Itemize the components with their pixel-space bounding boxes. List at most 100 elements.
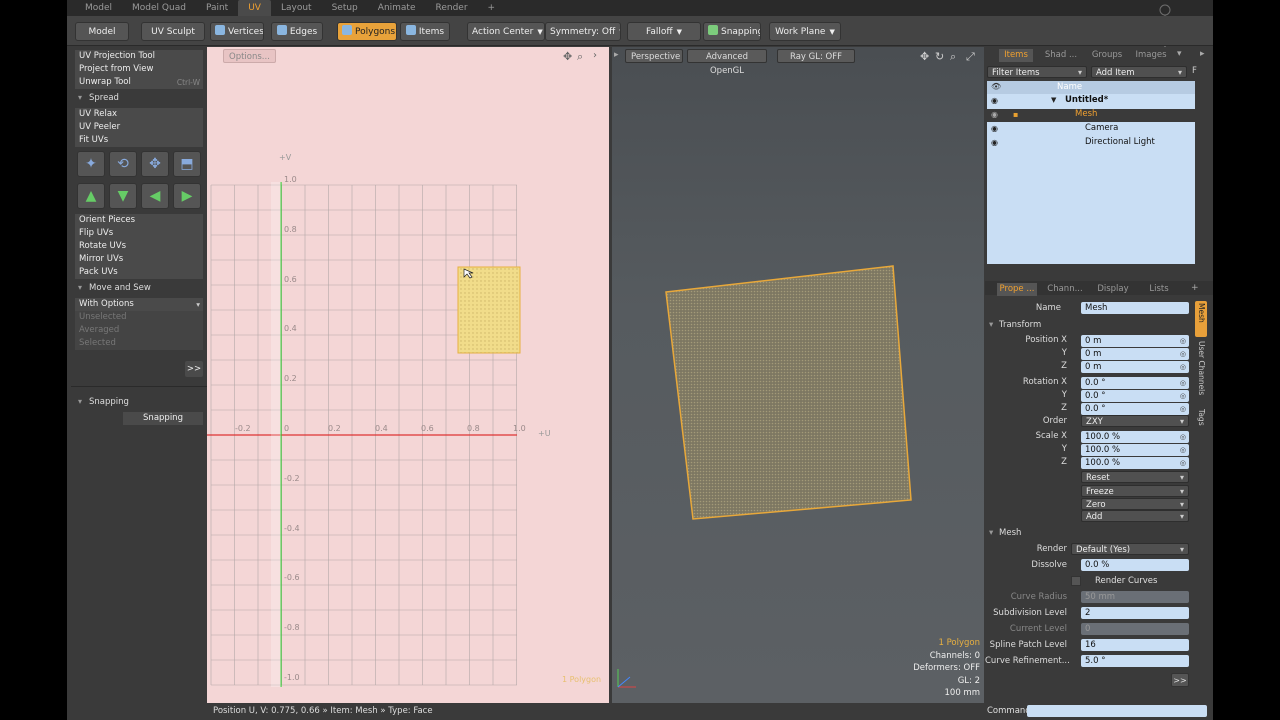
uv-rotate-icon-button[interactable]: ⟲ bbox=[109, 151, 137, 177]
action-center-dropdown[interactable]: Action Center ▼ bbox=[467, 22, 545, 41]
tab-images[interactable]: Images bbox=[1133, 49, 1169, 62]
add-tab-button[interactable]: + bbox=[478, 0, 506, 16]
side-tab-user-channels[interactable]: User Channels bbox=[1195, 339, 1207, 399]
align-left-button[interactable]: ◀ bbox=[141, 183, 169, 209]
rotation-y-field[interactable]: 0.0 ° ◎ bbox=[1081, 390, 1189, 402]
tab-display[interactable]: Display bbox=[1093, 283, 1133, 296]
model-button[interactable]: Model bbox=[75, 22, 129, 41]
render-dropdown[interactable]: Default (Yes) bbox=[1071, 543, 1189, 556]
channel-icon[interactable]: ◎ bbox=[1180, 335, 1186, 347]
edges-button[interactable]: Edges bbox=[271, 22, 323, 41]
scale-x-field[interactable]: 100.0 % ◎ bbox=[1081, 431, 1189, 443]
mirror-uvs-button[interactable]: Mirror UVs bbox=[75, 253, 203, 266]
eye-icon[interactable]: ◉ bbox=[991, 138, 998, 147]
expand-arrow-icon[interactable]: ▼ bbox=[1051, 96, 1056, 104]
mesh-header[interactable]: Mesh bbox=[987, 527, 1021, 539]
tab-lists[interactable]: Lists bbox=[1141, 283, 1177, 296]
scale-y-field[interactable]: 100.0 % ◎ bbox=[1081, 444, 1189, 456]
render-curves-checkbox[interactable] bbox=[1071, 576, 1081, 586]
tab-animate[interactable]: Animate bbox=[368, 0, 426, 16]
tree-row-untitled[interactable]: ◉ ▼ Untitled* bbox=[987, 95, 1195, 108]
order-dropdown[interactable]: ZXY bbox=[1081, 415, 1189, 428]
work-plane-dropdown[interactable]: Work Plane ▼ bbox=[769, 22, 841, 41]
uv-peeler-button[interactable]: UV Peeler bbox=[75, 121, 203, 134]
uv-viewport[interactable]: Options... ✥ ⌕ › +V +U 1.0 0.8 0.6 0.4 0… bbox=[207, 47, 609, 703]
name-field[interactable]: Mesh bbox=[1081, 302, 1189, 314]
orient-pieces-button[interactable]: Orient Pieces bbox=[75, 214, 203, 227]
side-tab-mesh[interactable]: Mesh bbox=[1195, 301, 1207, 337]
flip-uvs-button[interactable]: Flip UVs bbox=[75, 227, 203, 240]
zero-dropdown[interactable]: Zero bbox=[1081, 498, 1189, 511]
position-y-field[interactable]: 0 m ◎ bbox=[1081, 348, 1189, 360]
selected-button[interactable]: Selected bbox=[75, 337, 203, 350]
channel-icon[interactable]: ◎ bbox=[1180, 361, 1186, 373]
freeze-dropdown[interactable]: Freeze bbox=[1081, 485, 1189, 498]
side-tab-tags[interactable]: Tags bbox=[1195, 407, 1207, 433]
curve-radius-field[interactable]: 50 mm bbox=[1081, 591, 1189, 603]
uv-sculpt-button[interactable]: UV Sculpt bbox=[141, 22, 205, 41]
pack-uvs-button[interactable]: Pack UVs bbox=[75, 266, 203, 279]
add-tab-icon[interactable]: + bbox=[1191, 283, 1199, 293]
tab-properties[interactable]: Prope ... bbox=[997, 283, 1037, 296]
project-from-view-button[interactable]: Project from View bbox=[75, 63, 203, 76]
tree-row-directional-light[interactable]: ◉ Directional Light bbox=[987, 137, 1195, 150]
uv-scale-icon-button[interactable]: ✥ bbox=[141, 151, 169, 177]
items-button[interactable]: Items bbox=[400, 22, 450, 41]
add-item-dropdown[interactable]: Add Item bbox=[1091, 66, 1187, 79]
symmetry-dropdown[interactable]: Symmetry: Off▼ bbox=[545, 22, 621, 41]
rotation-z-field[interactable]: 0.0 ° ◎ bbox=[1081, 403, 1189, 415]
tree-row-camera[interactable]: ◉ Camera bbox=[987, 123, 1195, 136]
tab-setup[interactable]: Setup bbox=[322, 0, 368, 16]
position-x-field[interactable]: 0 m ◎ bbox=[1081, 335, 1189, 347]
tab-menu-icon[interactable]: ▾ bbox=[1177, 49, 1182, 59]
perspective-viewport[interactable]: ▸ Perspective Advanced OpenGL Ray GL: OF… bbox=[612, 47, 984, 703]
tab-paint[interactable]: Paint bbox=[196, 0, 238, 16]
channel-icon[interactable]: ◎ bbox=[1180, 390, 1186, 402]
current-level-field[interactable]: 0 bbox=[1081, 623, 1189, 635]
uv-projection-tool-button[interactable]: UV Projection Tool bbox=[75, 50, 203, 63]
tab-shader[interactable]: Shad ... bbox=[1041, 49, 1081, 62]
subdivision-level-field[interactable]: 2 bbox=[1081, 607, 1189, 619]
eye-icon[interactable]: ◉ bbox=[991, 124, 998, 133]
tab-render[interactable]: Render bbox=[426, 0, 478, 16]
align-up-button[interactable]: ▲ bbox=[77, 183, 105, 209]
tab-layout[interactable]: Layout bbox=[271, 0, 322, 16]
uv-relax-button[interactable]: UV Relax bbox=[75, 108, 203, 121]
align-down-button[interactable]: ▼ bbox=[109, 183, 137, 209]
snapping-toggle[interactable]: Snapping bbox=[703, 22, 761, 41]
command-input[interactable] bbox=[1027, 705, 1207, 717]
rotate-uvs-button[interactable]: Rotate UVs bbox=[75, 240, 203, 253]
tab-model-quad[interactable]: Model Quad bbox=[122, 0, 196, 16]
move-and-sew-header[interactable]: Move and Sew bbox=[75, 281, 203, 295]
channel-icon[interactable]: ◎ bbox=[1180, 403, 1186, 415]
tree-row-mesh[interactable]: ◉ ▪ Mesh bbox=[987, 109, 1195, 122]
tab-model[interactable]: Model bbox=[75, 0, 122, 16]
add-dropdown[interactable]: Add bbox=[1081, 510, 1189, 523]
snapping-panel-button[interactable]: Snapping bbox=[123, 412, 203, 425]
position-z-field[interactable]: 0 m ◎ bbox=[1081, 361, 1189, 373]
channel-icon[interactable]: ◎ bbox=[1180, 457, 1186, 469]
eye-icon[interactable]: ◉ bbox=[991, 96, 998, 105]
channel-icon[interactable]: ◎ bbox=[1180, 377, 1186, 389]
spline-patch-level-field[interactable]: 16 bbox=[1081, 639, 1189, 651]
eye-icon[interactable]: ◉ bbox=[991, 110, 998, 119]
tab-groups[interactable]: Groups bbox=[1089, 49, 1125, 62]
curve-refinement-field[interactable]: 5.0 ° bbox=[1081, 655, 1189, 667]
tab-channels[interactable]: Chann... bbox=[1045, 283, 1085, 296]
transform-header[interactable]: Transform bbox=[987, 319, 1041, 331]
expand-more-button[interactable]: >> bbox=[185, 361, 203, 377]
filter-items-dropdown[interactable]: Filter Items bbox=[987, 66, 1087, 79]
name-column-header[interactable]: Name bbox=[1057, 82, 1082, 92]
channel-icon[interactable]: ◎ bbox=[1180, 348, 1186, 360]
channel-icon[interactable]: ◎ bbox=[1180, 431, 1186, 443]
rotation-x-field[interactable]: 0.0 ° ◎ bbox=[1081, 377, 1189, 389]
dissolve-field[interactable]: 0.0 % bbox=[1081, 559, 1189, 571]
spread-header[interactable]: Spread bbox=[75, 91, 203, 105]
align-right-button[interactable]: ▶ bbox=[173, 183, 201, 209]
tab-arrow-icon[interactable]: ▸ bbox=[1200, 49, 1205, 59]
uv-box-icon-button[interactable]: ⬒ bbox=[173, 151, 201, 177]
visibility-column-icon[interactable]: 👁 bbox=[991, 82, 1001, 91]
falloff-dropdown[interactable]: Falloff ▼ bbox=[627, 22, 701, 41]
lock-icon[interactable]: ▪ bbox=[1013, 110, 1018, 119]
properties-more-button[interactable]: >> bbox=[1171, 673, 1189, 687]
